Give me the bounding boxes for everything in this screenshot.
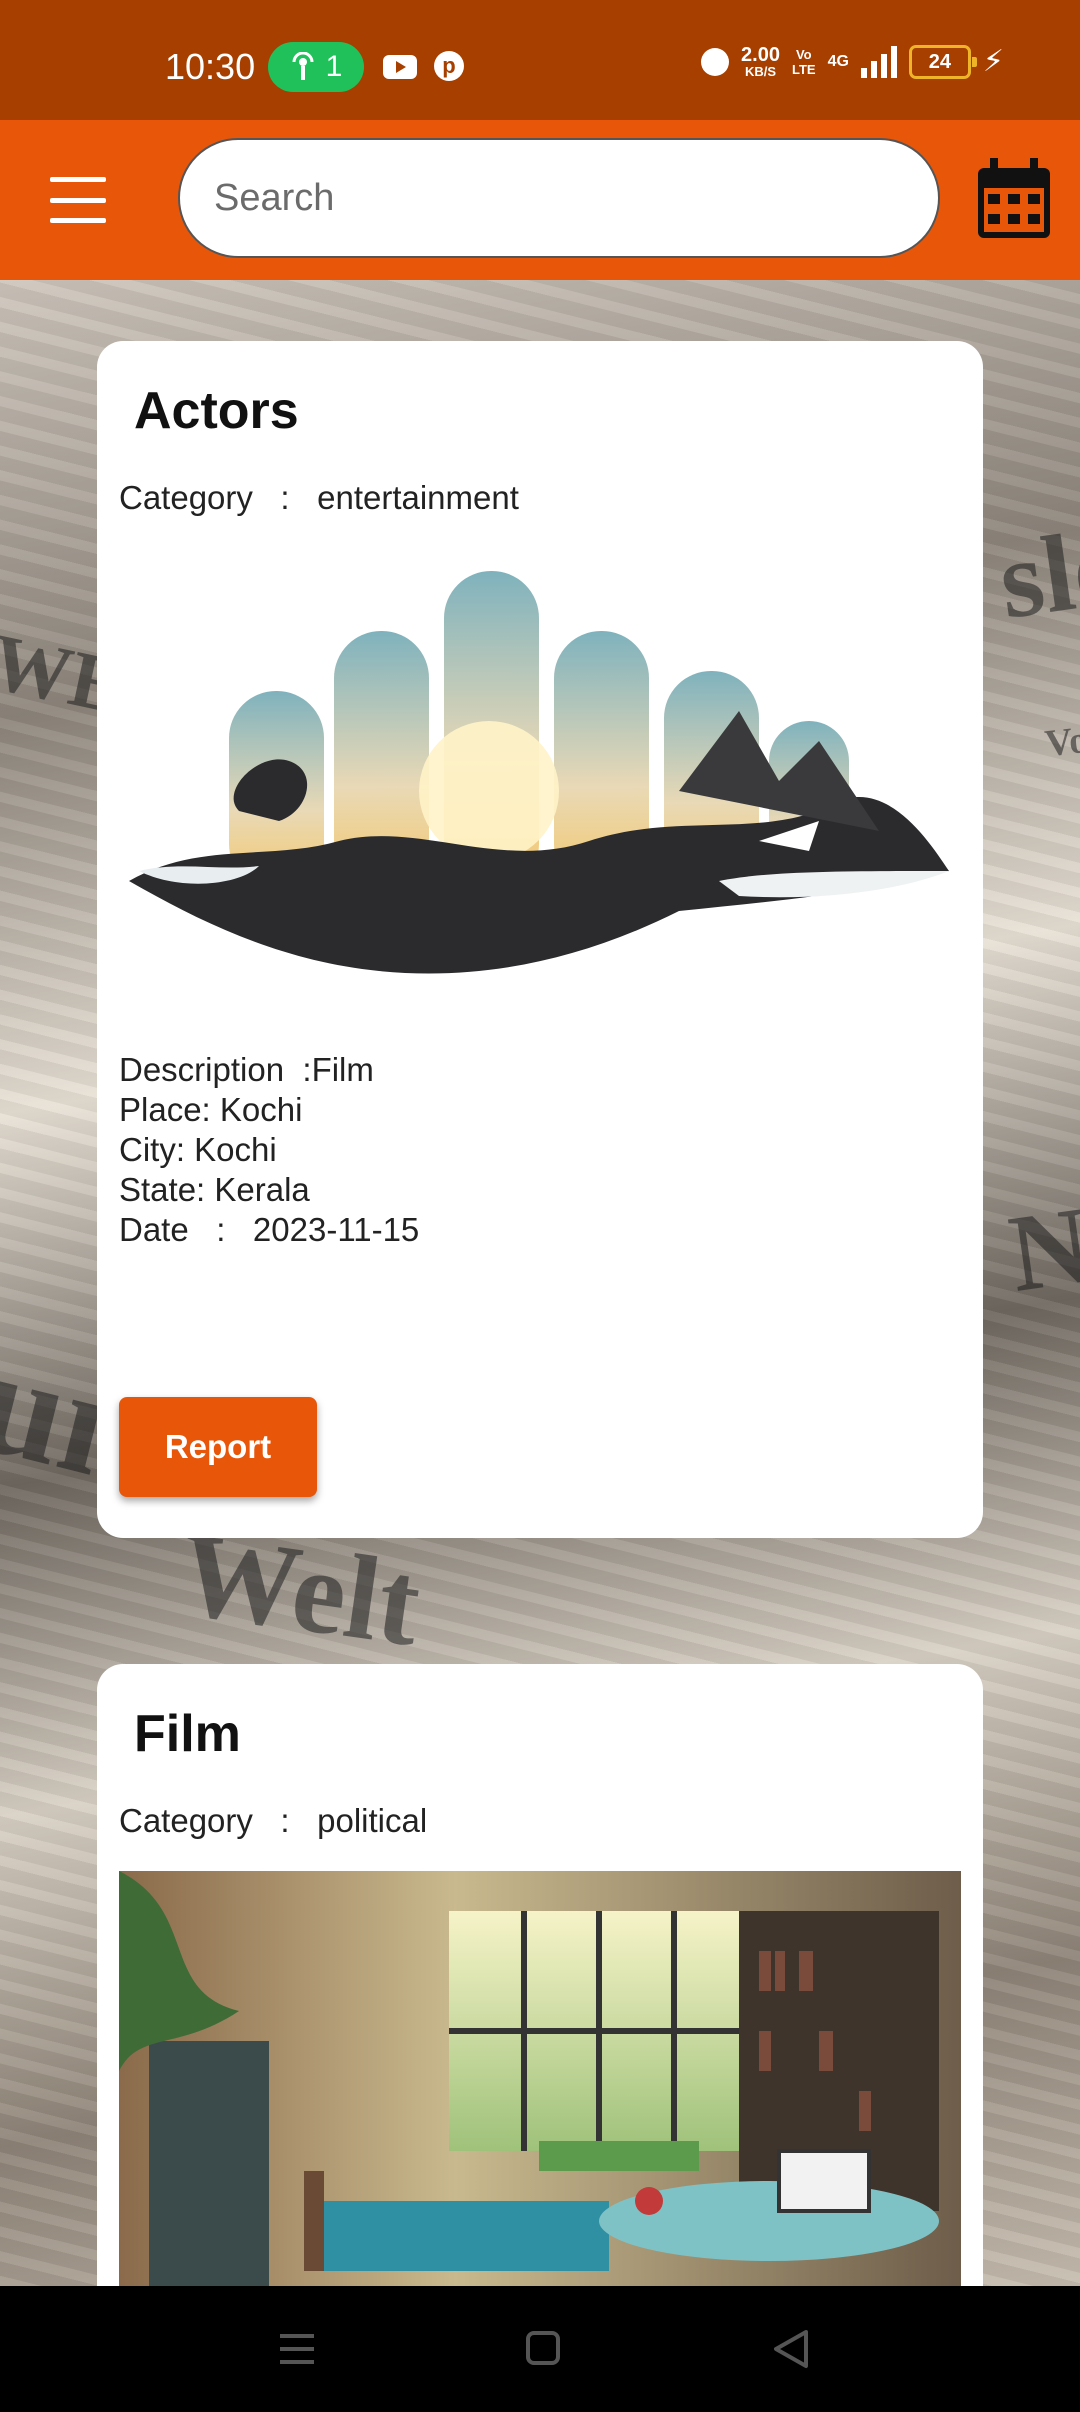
youtube-icon <box>383 55 417 79</box>
hotspot-count: 1 <box>325 50 343 83</box>
background-word: Vo <box>1042 718 1080 766</box>
post-image <box>129 571 949 974</box>
post-title: Film <box>134 1705 241 1763</box>
volte-line2: LTE <box>791 61 816 77</box>
alarm-icon <box>701 47 730 76</box>
date-label: Date <box>119 1211 189 1248</box>
post-description: Description :Film <box>119 1051 374 1088</box>
post-image <box>119 1871 961 2291</box>
hotspot-pill: 1 <box>268 42 364 92</box>
date-separator: : <box>216 1211 226 1248</box>
signal-icon <box>860 45 897 78</box>
post-city: City: Kochi <box>119 1131 277 1168</box>
back-icon[interactable] <box>756 2316 826 2382</box>
post-card: Actors Category : entertainment Descript… <box>97 341 983 1538</box>
home-icon[interactable] <box>508 2316 578 2382</box>
net-speed: 2.00 KB/S <box>741 45 780 79</box>
network-type: 4G <box>827 52 849 70</box>
category-separator: : <box>280 1802 290 1839</box>
category-separator: : <box>280 479 290 516</box>
calendar-icon[interactable] <box>976 158 1052 240</box>
net-speed-unit: KB/S <box>744 63 777 79</box>
recent-apps-icon[interactable] <box>262 2316 332 2382</box>
hotspot-icon <box>292 52 314 80</box>
status-right-group: 2.00 KB/S Vo LTE 4G 24 ⚡ <box>701 44 1004 79</box>
report-button[interactable]: Report <box>119 1397 317 1497</box>
background-word: sle <box>992 504 1080 642</box>
category-label: Category <box>119 1802 253 1839</box>
date-value: 2023-11-15 <box>252 1211 420 1248</box>
volte-line1: Vo <box>795 46 812 62</box>
search-input[interactable] <box>212 162 896 234</box>
search-field[interactable] <box>178 138 940 258</box>
battery-level: 24 <box>928 50 952 73</box>
system-nav-bar <box>0 2286 1080 2412</box>
battery-icon: 24 <box>908 44 977 79</box>
status-time: 10:30 <box>165 46 256 87</box>
post-card: Film Category : political <box>97 1664 983 2364</box>
category-label: Category <box>119 479 253 516</box>
post-place: Place: Kochi <box>119 1091 303 1128</box>
post-date: Date : 2023-11-15 <box>119 1210 419 1250</box>
post-details: Description :Film Place: Kochi City: Koc… <box>119 1050 419 1250</box>
background-word: NG <box>1002 1171 1080 1315</box>
net-speed-value: 2.00 <box>741 43 780 66</box>
post-category: Category : political <box>119 1802 427 1840</box>
charging-icon: ⚡ <box>982 45 1004 78</box>
post-title: Actors <box>134 382 299 440</box>
category-value: political <box>317 1802 428 1839</box>
top-app-bar <box>0 120 1080 280</box>
hamburger-menu-icon[interactable] <box>50 177 106 223</box>
volte-indicator: Vo LTE <box>792 47 816 77</box>
status-bar: 10:30 1 p 2.00 KB/S Vo LTE 4G 24 ⚡ <box>0 0 1080 120</box>
pinterest-icon: p <box>434 51 464 81</box>
post-category: Category : entertainment <box>119 479 519 517</box>
post-state: State: Kerala <box>119 1171 310 1208</box>
category-value: entertainment <box>317 479 519 516</box>
